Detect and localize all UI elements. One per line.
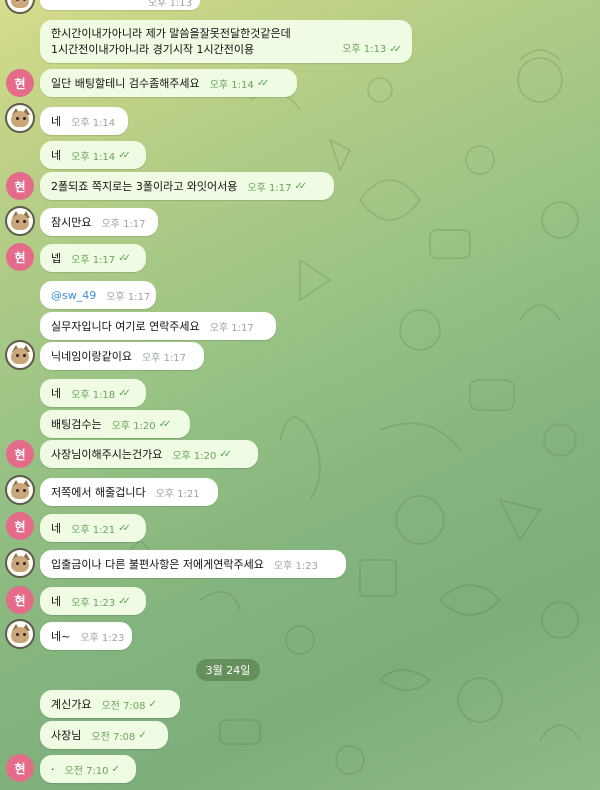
message-text-line2: 1시간전이내가아니라 경기시작 1시간전이용 <box>51 42 255 56</box>
message-text: 잠시만요 <box>51 216 92 229</box>
message-bubble-outgoing[interactable]: 배팅검수는 오후 1:20 ✓✓ <box>40 410 190 438</box>
message-time: 오후 1:14 ✓✓ <box>210 76 270 91</box>
user-avatar[interactable]: 현 <box>6 754 34 782</box>
message-text: 사장님이해주시는건가요 <box>51 448 163 461</box>
contact-avatar[interactable] <box>5 475 35 505</box>
message-time: 오후 1:21 ✓✓ <box>71 521 131 536</box>
message-text: 계신가요 <box>51 698 92 711</box>
double-check-icon: ✓✓ <box>389 44 402 55</box>
user-avatar[interactable]: 현 <box>6 586 34 614</box>
message-text: 사장님 <box>51 729 82 742</box>
message-text: 입출금이나 다른 불편사항은 저에게연락주세요 <box>51 558 264 571</box>
double-check-icon: ✓✓ <box>118 252 131 264</box>
message-time: 오전 7:10 ✓ <box>65 762 124 777</box>
message-text: 2폴되죠 쪽지로는 3폴이라고 와잇어서용 <box>51 180 238 193</box>
check-icon: ✓ <box>111 763 120 775</box>
message-bubble-outgoing[interactable]: 네 오후 1:14 ✓✓ <box>40 141 146 169</box>
message-time: 오후 1:14 ✓✓ <box>71 148 131 163</box>
double-check-icon: ✓✓ <box>118 595 131 607</box>
message-text: 네 <box>51 387 62 400</box>
message-time: 오후 1:13 ✓✓ <box>342 42 402 58</box>
message-bubble-incoming[interactable]: 입출금이나 다른 불편사항은 저에게연락주세요 오후 1:23 <box>40 550 346 578</box>
mention-link[interactable]: @sw_49 <box>51 289 96 302</box>
double-check-icon: ✓✓ <box>158 418 172 430</box>
double-check-icon: ✓✓ <box>118 149 131 161</box>
message-time: 오후 1:17 <box>101 218 146 230</box>
message-bubble-incoming[interactable]: 네~ 오후 1:23 <box>40 622 132 650</box>
message-time: 오후 1:23 <box>273 560 318 572</box>
message-time: 오후 1:13 <box>147 0 192 9</box>
message-text: 네 <box>51 149 62 162</box>
message-time: 오후 1:17 <box>106 291 151 303</box>
message-bubble-incoming[interactable]: 오후 1:13 <box>40 0 200 10</box>
message-bubble-outgoing[interactable]: 사장님 오전 7:08 ✓ <box>40 721 168 749</box>
message-text: 네 <box>51 522 62 535</box>
contact-avatar[interactable] <box>5 619 35 649</box>
message-time: 오후 1:20 ✓✓ <box>112 417 172 432</box>
message-bubble-outgoing[interactable]: 계신가요 오전 7:08 ✓ <box>40 690 180 718</box>
message-time: 오후 1:17 ✓✓ <box>71 251 131 266</box>
user-avatar[interactable]: 현 <box>6 243 34 271</box>
message-time: 오후 1:20 ✓✓ <box>172 447 232 462</box>
message-time: 오전 7:08 ✓ <box>101 697 160 712</box>
message-bubble-incoming[interactable]: @sw_49 오후 1:17 <box>40 281 156 309</box>
message-text: 실무자입니다 여기로 연락주세요 <box>51 320 200 333</box>
message-bubble-outgoing[interactable]: 네 오후 1:18 ✓✓ <box>40 379 146 407</box>
user-avatar[interactable]: 현 <box>6 440 34 468</box>
message-time: 오후 1:17 <box>141 352 187 364</box>
message-time: 오후 1:23 ✓✓ <box>71 594 131 609</box>
message-time: 오후 1:23 <box>80 632 125 644</box>
contact-avatar[interactable] <box>5 548 35 578</box>
user-avatar[interactable]: 현 <box>6 512 34 540</box>
date-separator: 3월 24일 <box>196 659 260 681</box>
message-text: 한시간이내가아니라 제가 말씀을잘못전달한것같은데 <box>51 26 291 40</box>
double-check-icon: ✓✓ <box>294 180 307 192</box>
message-text: 배팅검수는 <box>51 418 102 431</box>
message-text: 닉네임이랑같이요 <box>51 350 132 363</box>
message-bubble-incoming[interactable]: 저쪽에서 해줄겁니다 오후 1:21 <box>40 478 218 506</box>
message-time: 오후 1:14 <box>71 117 116 129</box>
message-bubble-incoming[interactable]: 잠시만요 오후 1:17 <box>40 208 158 236</box>
message-bubble-outgoing[interactable]: 일단 배팅할테니 검수좀해주세요 오후 1:14 ✓✓ <box>40 69 297 97</box>
message-text: 네~ <box>51 630 71 643</box>
double-check-icon: ✓✓ <box>118 387 131 399</box>
double-check-icon: ✓✓ <box>256 77 270 89</box>
message-bubble-incoming[interactable]: 실무자입니다 여기로 연락주세요 오후 1:17 <box>40 312 276 340</box>
user-avatar[interactable]: 현 <box>6 69 34 97</box>
check-icon: ✓ <box>148 698 157 710</box>
message-bubble-outgoing[interactable]: 사장님이해주시는건가요 오후 1:20 ✓✓ <box>40 440 258 468</box>
contact-avatar[interactable] <box>5 103 35 133</box>
message-text: · <box>51 762 55 776</box>
double-check-icon: ✓✓ <box>219 448 232 460</box>
contact-avatar[interactable] <box>5 206 35 236</box>
double-check-icon: ✓✓ <box>118 522 131 534</box>
message-bubble-outgoing[interactable]: 2폴되죠 쪽지로는 3폴이라고 와잇어서용 오후 1:17 ✓✓ <box>40 172 334 200</box>
message-text: 네 <box>51 115 62 128</box>
message-bubble-outgoing[interactable]: · 오전 7:10 ✓ <box>40 755 136 783</box>
message-time: 오후 1:21 <box>155 488 200 500</box>
message-bubble-outgoing[interactable]: 네 오후 1:21 ✓✓ <box>40 514 146 542</box>
user-avatar[interactable]: 현 <box>6 172 34 200</box>
check-icon: ✓ <box>138 729 147 741</box>
message-time: 오후 1:17 <box>209 322 254 334</box>
message-bubble-incoming[interactable]: 닉네임이랑같이요 오후 1:17 <box>40 342 204 370</box>
contact-avatar[interactable] <box>5 340 35 370</box>
message-time: 오전 7:08 ✓ <box>91 728 150 743</box>
message-text: 저쪽에서 해줄겁니다 <box>51 486 146 499</box>
message-bubble-outgoing[interactable]: 네 오후 1:23 ✓✓ <box>40 587 146 615</box>
message-bubble-incoming[interactable]: 네 오후 1:14 <box>40 107 128 135</box>
message-text: 넵 <box>51 252 62 265</box>
message-time: 오후 1:17 ✓✓ <box>247 179 307 194</box>
message-bubble-outgoing[interactable]: 넵 오후 1:17 ✓✓ <box>40 244 146 272</box>
message-text: 일단 배팅할테니 검수좀해주세요 <box>51 77 200 90</box>
message-bubble-outgoing[interactable]: 한시간이내가아니라 제가 말씀을잘못전달한것같은데 1시간전이내가아니라 경기시… <box>40 20 412 63</box>
message-text: 네 <box>51 595 62 608</box>
contact-avatar[interactable] <box>5 0 35 14</box>
message-time: 오후 1:18 ✓✓ <box>71 386 131 401</box>
